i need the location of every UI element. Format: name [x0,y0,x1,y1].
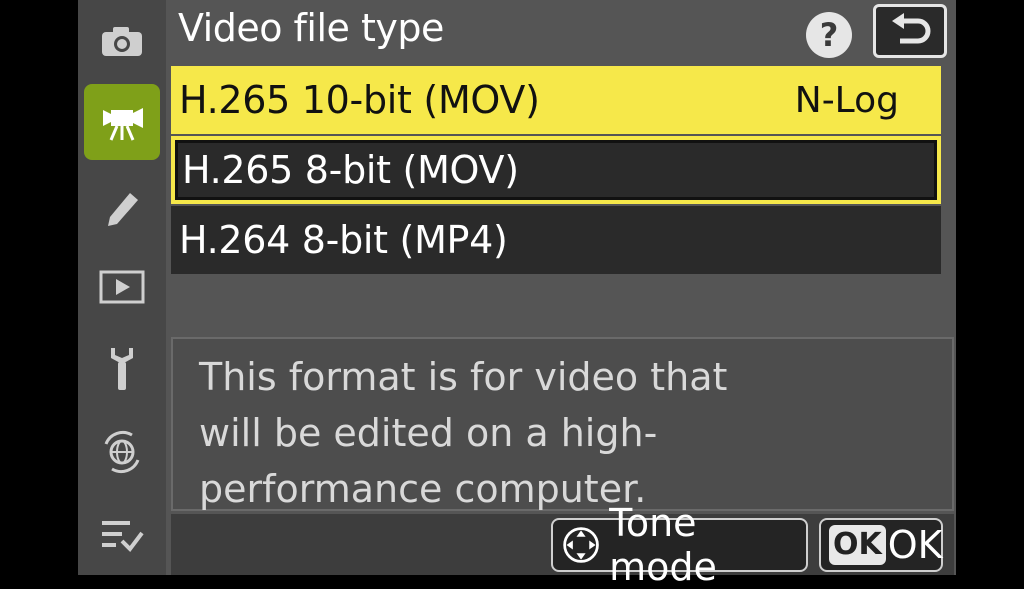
tone-mode-label: Tone mode [609,501,717,589]
option-label: H.265 8-bit (MOV) [182,148,519,192]
network-menu-tab[interactable] [78,424,166,480]
ok-badge-icon: OK [829,525,886,565]
multi-selector-icon [563,527,599,563]
menu-sidebar [78,0,166,575]
camera-icon [102,27,142,56]
wrench-icon [111,348,133,390]
network-globe-icon [104,430,140,474]
tone-mode-button[interactable]: Tone mode [551,501,808,589]
help-icon[interactable]: ? [806,12,852,58]
pencil-icon [108,193,138,226]
option-h265-10bit[interactable]: H.265 10-bit (MOV) N-Log [171,66,941,134]
footer-bar: Tone mode OK OK [171,501,954,589]
back-button[interactable] [873,4,947,58]
photo-shooting-menu-tab[interactable] [78,16,166,66]
option-h265-8bit[interactable]: H.265 8-bit (MOV) [171,136,941,204]
option-label: H.265 10-bit (MOV) [179,78,540,122]
custom-settings-menu-tab[interactable] [78,182,166,232]
setup-menu-tab[interactable] [78,344,166,394]
help-text-line: performance computer. [199,467,647,511]
help-text-line: This format is for video that [199,355,728,399]
ok-button[interactable]: OK OK [819,518,943,572]
return-arrow-icon [892,13,931,44]
my-menu-tab[interactable] [78,510,166,560]
option-label: H.264 8-bit (MP4) [179,218,508,262]
option-h264-8bit[interactable]: H.264 8-bit (MP4) [171,206,941,274]
video-recording-menu-tab[interactable] [84,84,160,160]
ok-label: OK [887,523,943,567]
playback-menu-tab[interactable] [78,262,166,312]
page-title: Video file type [178,6,444,50]
movie-camera-icon [103,108,143,141]
help-text-line: will be edited on a high- [199,411,658,455]
nlog-tag: N-Log [794,79,899,121]
help-text-box: This format is for video that will be ed… [171,337,954,511]
play-icon [99,270,145,304]
list-check-icon [102,521,144,553]
